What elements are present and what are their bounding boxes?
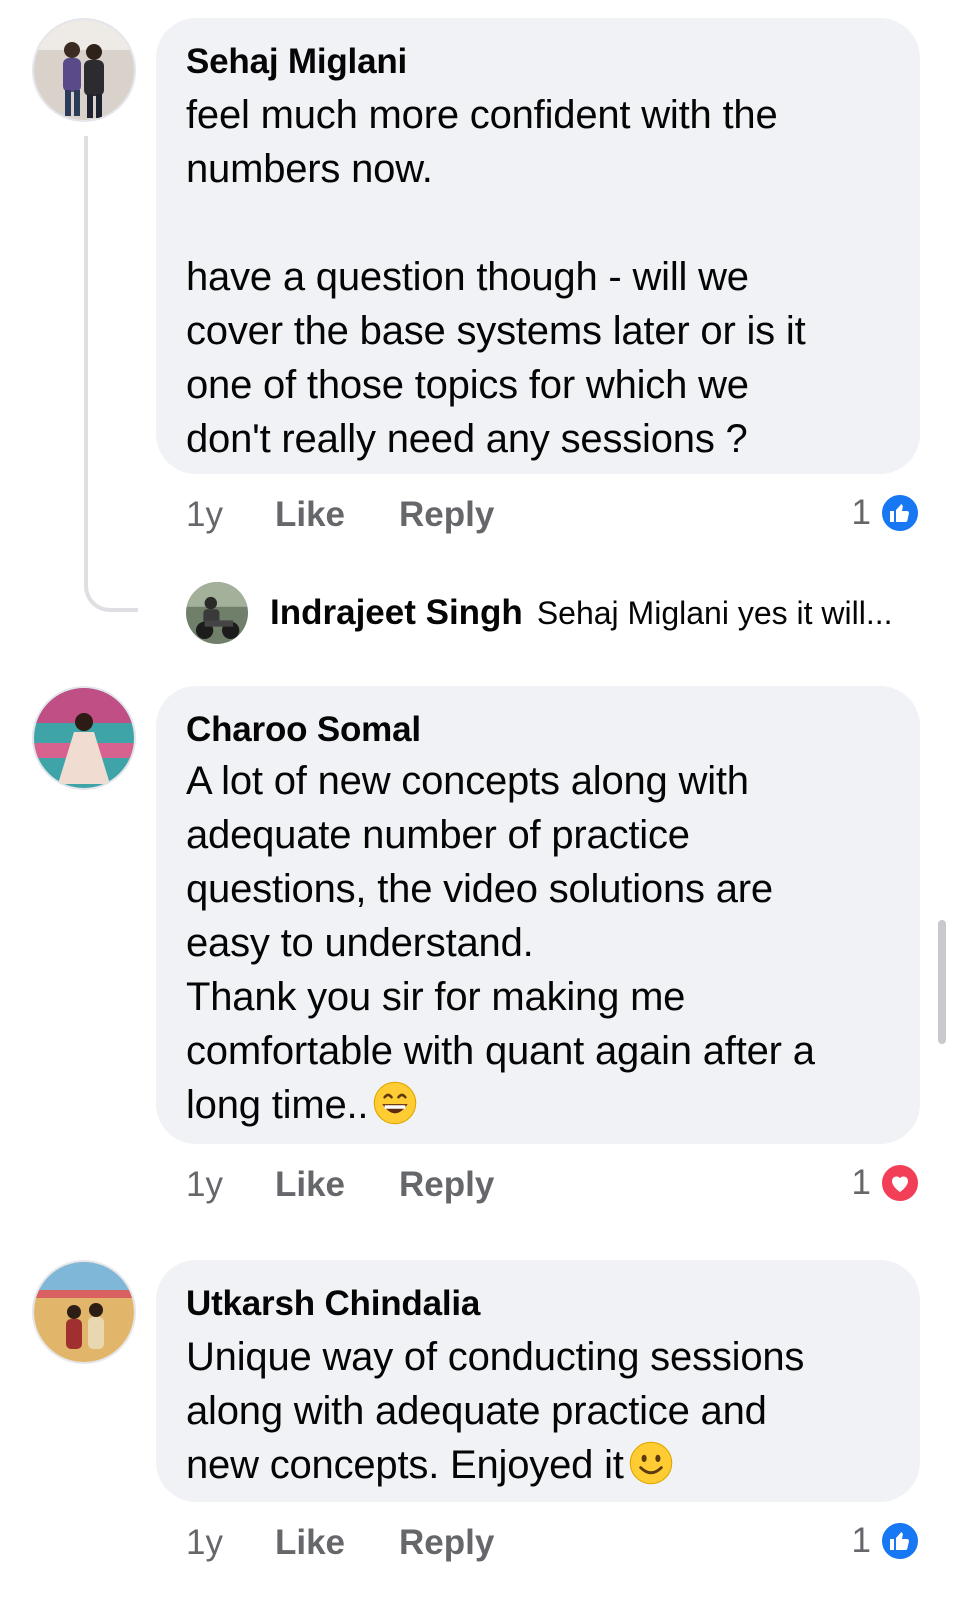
comment-text-content: Unique way of conducting sessions along … — [186, 1335, 805, 1487]
avatar[interactable] — [32, 18, 136, 122]
like-button[interactable]: Like — [275, 1165, 345, 1205]
comment-text: feel much more confident with the number… — [186, 93, 806, 461]
reply-button[interactable]: Reply — [399, 1523, 494, 1563]
reaction-count: 1 — [851, 493, 871, 532]
grinning-sweat-emoji — [372, 1080, 418, 1126]
thread-connector-line — [84, 136, 138, 612]
smiling-face-emoji — [628, 1440, 674, 1486]
profile-photo-icon — [34, 20, 134, 120]
avatar[interactable] — [32, 686, 136, 790]
scrollbar[interactable] — [938, 920, 946, 1044]
profile-photo-icon — [34, 1262, 134, 1362]
comment-bubble: Utkarsh Chindalia Unique way of conducti… — [156, 1260, 920, 1502]
comment-author[interactable]: Sehaj Miglani — [186, 40, 890, 84]
comment-actions: 1y Like Reply — [186, 1160, 494, 1210]
comment-author[interactable]: Utkarsh Chindalia — [186, 1282, 890, 1326]
like-icon — [879, 492, 921, 534]
reply-button[interactable]: Reply — [399, 495, 494, 535]
love-icon — [879, 1162, 921, 1204]
comment-actions: 1y Like Reply — [186, 1518, 494, 1568]
comment-text: A lot of new concepts along with adequat… — [186, 754, 890, 1132]
reply-button[interactable]: Reply — [399, 1165, 494, 1205]
reaction-summary[interactable]: 1 — [852, 1160, 921, 1206]
profile-photo-icon — [186, 582, 248, 644]
reply-preview[interactable]: Indrajeet Singh Sehaj Miglani yes it wil… — [186, 582, 893, 644]
comment-timestamp[interactable]: 1y — [186, 1523, 223, 1563]
avatar[interactable] — [32, 1260, 136, 1364]
reply-snippet: Sehaj Miglani yes it will... — [536, 594, 893, 631]
comment-timestamp[interactable]: 1y — [186, 495, 223, 535]
reaction-count: 1 — [851, 1521, 871, 1560]
comment-actions: 1y Like Reply — [186, 490, 494, 540]
like-button[interactable]: Like — [275, 1523, 345, 1563]
like-icon — [879, 1520, 921, 1562]
like-button[interactable]: Like — [275, 495, 345, 535]
comment-text: Unique way of conducting sessions along … — [186, 1330, 890, 1492]
reply-author[interactable]: Indrajeet Singh — [270, 593, 523, 633]
reply-avatar[interactable] — [186, 582, 248, 644]
comment-bubble: Sehaj Miglani feel much more confident w… — [156, 18, 920, 474]
comment-text-content: A lot of new concepts along with adequat… — [186, 759, 815, 1127]
reaction-summary[interactable]: 1 — [852, 1518, 921, 1564]
profile-photo-icon — [34, 688, 134, 788]
comment-author[interactable]: Charoo Somal — [186, 708, 890, 752]
reaction-count: 1 — [851, 1163, 871, 1202]
comment-bubble: Charoo Somal A lot of new concepts along… — [156, 686, 920, 1144]
reaction-summary[interactable]: 1 — [852, 490, 921, 536]
comment-timestamp[interactable]: 1y — [186, 1165, 223, 1205]
